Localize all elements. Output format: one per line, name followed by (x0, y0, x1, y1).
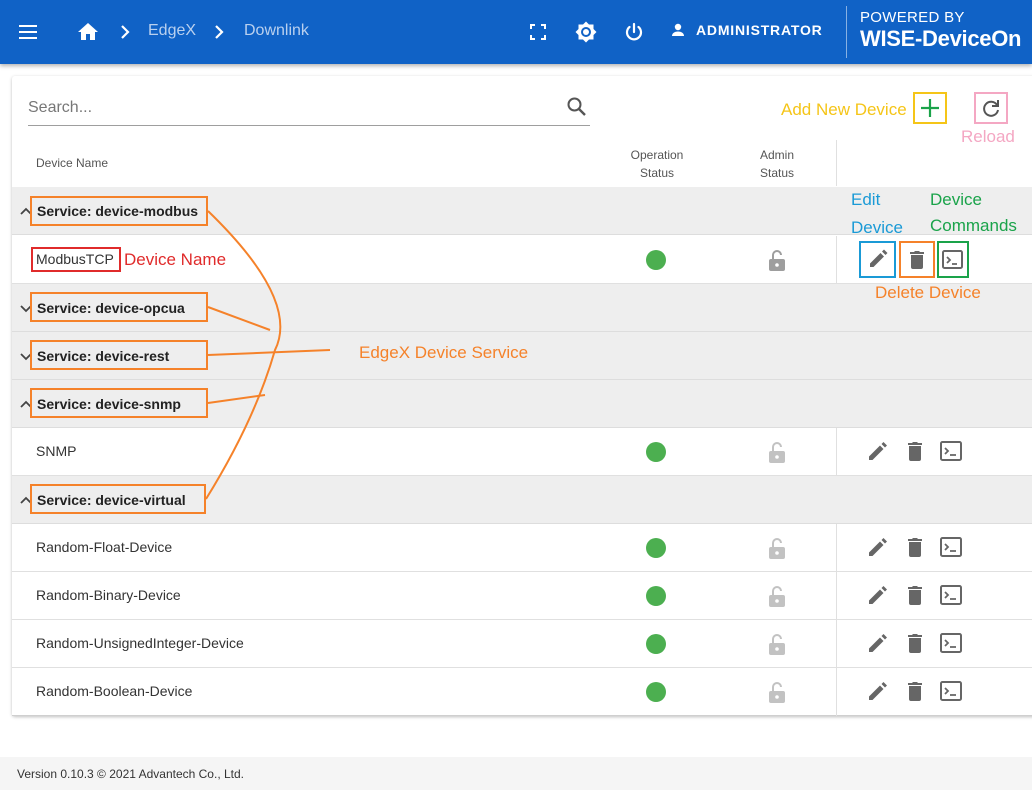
service-bracket-lines (205, 210, 331, 500)
footer-text: Version 0.10.3 © 2021 Advantech Co., Ltd… (17, 767, 244, 781)
footer: Version 0.10.3 © 2021 Advantech Co., Ltd… (0, 757, 1032, 790)
edgex-device-service-annotation: EdgeX Device Service (359, 343, 529, 362)
